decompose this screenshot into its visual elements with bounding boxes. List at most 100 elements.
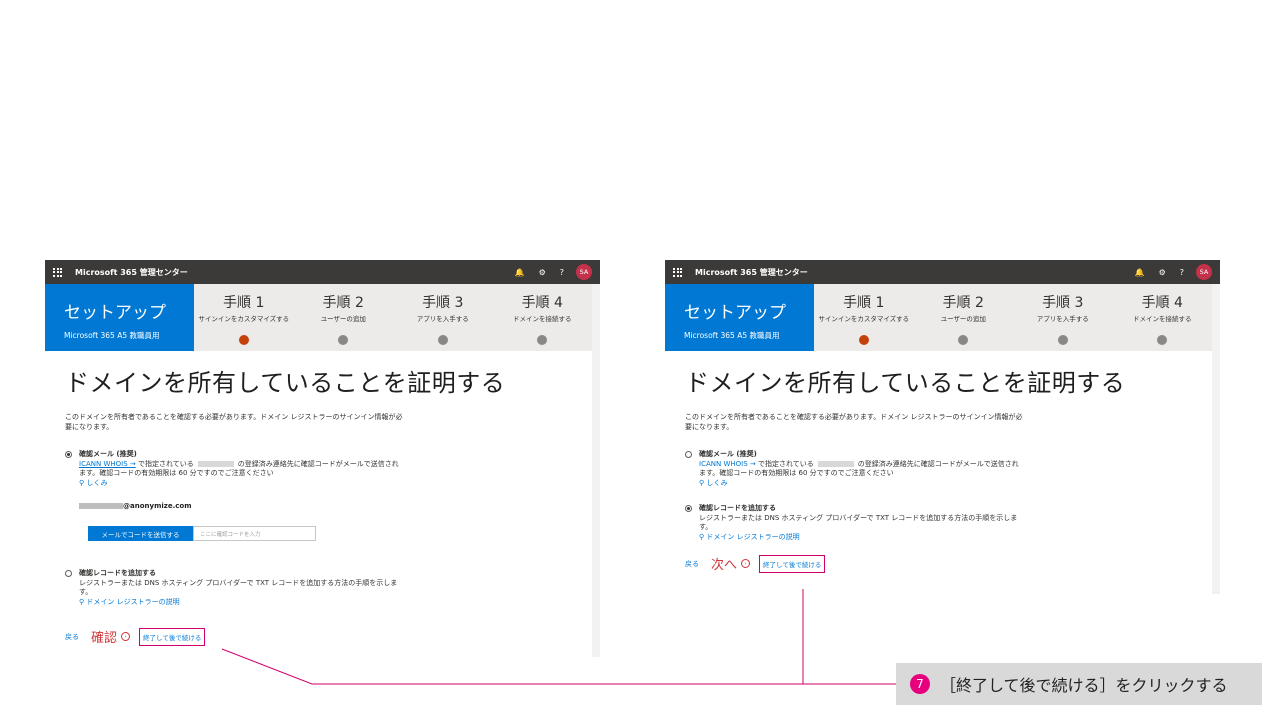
step-label: 手順 2 xyxy=(942,295,984,311)
footer-right: 戻る 次へ › 終了して後で続ける xyxy=(685,554,1192,573)
whois-link[interactable]: ICANN WHOIS → xyxy=(699,460,756,468)
txt-option-radio[interactable] xyxy=(685,505,692,513)
instruction-callout: 7 ［終了して後で続ける］をクリックする xyxy=(896,663,1262,705)
email-option-radio[interactable] xyxy=(65,451,72,459)
txt-option: 確認レコードを追加する レジストラーまたは DNS ホスティング プロバイダーで… xyxy=(685,504,1192,542)
setup-title: セットアップ xyxy=(684,303,786,323)
txt-option-radio[interactable] xyxy=(65,570,72,578)
email-option-text1: で指定されている xyxy=(135,459,194,468)
step-4[interactable]: 手順 4 ドメインを接続する xyxy=(493,284,593,351)
main-content: ドメインを所有していることを証明する このドメインを所有者であることを確認する必… xyxy=(665,351,1212,573)
setup-panel: セットアップ Microsoft 365 A5 教職員用 xyxy=(665,284,814,351)
step-desc: ユーザーの追加 xyxy=(940,315,986,323)
page-title: ドメインを所有していることを証明する xyxy=(685,369,1126,397)
step-indicator xyxy=(1057,335,1068,345)
arrow-right-icon: › xyxy=(741,559,751,568)
email-option-text1: で指定されている xyxy=(755,459,814,468)
email-option: 確認メール (推奨) ICANN WHOIS → で指定されている の登録済み連絡… xyxy=(65,450,572,488)
avatar[interactable]: SA xyxy=(1196,264,1212,280)
step-4[interactable]: 手順 4 ドメインを接続する xyxy=(1113,284,1213,351)
main-content: ドメインを所有していることを証明する このドメインを所有者であることを確認する必… xyxy=(45,351,592,646)
avatar[interactable]: SA xyxy=(576,264,592,280)
intro-text: このドメインを所有者であることを確認する必要があります。ドメイン レジストラーの… xyxy=(65,413,403,431)
setup-subtitle: Microsoft 365 A5 教職員用 xyxy=(64,331,160,340)
email-option: 確認メール (推奨) ICANN WHOIS → で指定されている の登録済み連絡… xyxy=(685,450,1192,488)
bell-icon[interactable]: 🔔 xyxy=(1135,268,1145,277)
registrar-help-link[interactable]: ⚲ ドメイン レジストラーの説明 xyxy=(699,533,800,541)
txt-option-text: レジストラーまたは DNS ホスティング プロバイダーで TXT レコードを追加… xyxy=(79,578,398,597)
registrar-help-link[interactable]: ⚲ ドメイン レジストラーの説明 xyxy=(79,598,180,606)
step-number-badge: 7 xyxy=(910,674,930,694)
step-label: 手順 4 xyxy=(521,295,563,311)
next-button[interactable]: 次へ xyxy=(711,554,737,573)
step-desc: アプリを入手する xyxy=(1036,315,1089,323)
txt-option-text: レジストラーまたは DNS ホスティング プロバイダーで TXT レコードを追加… xyxy=(699,513,1018,532)
step-indicator-active xyxy=(238,335,249,345)
code-input[interactable]: ここに確認コードを入力 xyxy=(193,526,316,541)
step-indicator xyxy=(338,335,349,345)
step-desc: ドメインを接続する xyxy=(513,315,572,323)
app-launcher-icon[interactable] xyxy=(673,267,683,277)
step-desc: アプリを入手する xyxy=(416,315,469,323)
redacted-domain xyxy=(817,460,854,467)
instruction-text: ［終了して後で続ける］をクリックする xyxy=(940,676,1228,695)
back-link[interactable]: 戻る xyxy=(65,632,79,642)
step-3[interactable]: 手順 3 アプリを入手する xyxy=(393,284,493,351)
screenshot-left: Microsoft 365 管理センター 🔔 ⚙ ? SA セットアップ Mic… xyxy=(45,260,600,657)
email-option-radio[interactable] xyxy=(685,451,692,459)
txt-option-title: 確認レコードを追加する xyxy=(699,504,776,512)
step-1[interactable]: 手順 1 サインインをカスタマイズする xyxy=(194,284,294,351)
txt-option-title: 確認レコードを追加する xyxy=(79,569,156,577)
step-label: 手順 2 xyxy=(322,295,364,311)
finish-later-button[interactable]: 終了して後で続ける xyxy=(759,554,826,573)
step-2[interactable]: 手順 2 ユーザーの追加 xyxy=(914,284,1014,351)
page-title: ドメインを所有していることを証明する xyxy=(65,369,506,397)
step-label: 手順 3 xyxy=(1042,295,1084,311)
whois-link[interactable]: ICANN WHOIS → xyxy=(79,460,136,468)
step-indicator-active xyxy=(858,335,869,345)
help-icon[interactable]: ? xyxy=(1180,268,1184,277)
bell-icon[interactable]: 🔔 xyxy=(515,268,525,277)
gear-icon[interactable]: ⚙ xyxy=(1159,268,1166,277)
help-icon[interactable]: ? xyxy=(560,268,564,277)
step-indicator xyxy=(958,335,969,345)
setup-subtitle: Microsoft 365 A5 教職員用 xyxy=(684,331,780,340)
top-bar: Microsoft 365 管理センター 🔔 ⚙ ? SA xyxy=(665,260,1220,284)
finish-later-button[interactable]: 終了して後で続ける xyxy=(139,627,206,646)
step-3[interactable]: 手順 3 アプリを入手する xyxy=(1013,284,1113,351)
step-label: 手順 4 xyxy=(1141,295,1183,311)
step-label: 手順 1 xyxy=(223,295,265,311)
confirm-button[interactable]: 確認 xyxy=(91,627,117,646)
app-name: Microsoft 365 管理センター xyxy=(695,267,808,277)
step-desc: サインインをカスタマイズする xyxy=(818,315,910,323)
step-1[interactable]: 手順 1 サインインをカスタマイズする xyxy=(814,284,914,351)
app-launcher-icon[interactable] xyxy=(53,267,63,277)
gear-icon[interactable]: ⚙ xyxy=(539,268,546,277)
app-name: Microsoft 365 管理センター xyxy=(75,267,188,277)
steps-bar: セットアップ Microsoft 365 A5 教職員用 手順 1 サインインを… xyxy=(45,284,592,351)
setup-panel: セットアップ Microsoft 365 A5 教職員用 xyxy=(45,284,194,351)
send-code-button[interactable]: メールでコードを送信する xyxy=(88,526,193,541)
back-link[interactable]: 戻る xyxy=(685,559,699,569)
step-desc: ドメインを接続する xyxy=(1133,315,1192,323)
hint-link[interactable]: ⚲ しくみ xyxy=(79,479,108,487)
scrollbar[interactable] xyxy=(1212,284,1220,594)
redacted-email-user xyxy=(79,503,123,509)
steps-bar: セットアップ Microsoft 365 A5 教職員用 手順 1 サインインを… xyxy=(665,284,1212,351)
send-code-row: メールでコードを送信する ここに確認コードを入力 xyxy=(88,526,572,541)
email-option-title: 確認メール (推奨) xyxy=(699,450,757,458)
step-indicator xyxy=(1157,335,1168,345)
step-desc: ユーザーの追加 xyxy=(320,315,366,323)
scrollbar[interactable] xyxy=(592,284,600,657)
email-address: @anonymize.com xyxy=(79,502,572,510)
hint-link[interactable]: ⚲ しくみ xyxy=(699,479,728,487)
arrow-right-icon: › xyxy=(121,632,131,641)
top-bar: Microsoft 365 管理センター 🔔 ⚙ ? SA xyxy=(45,260,600,284)
step-label: 手順 3 xyxy=(422,295,464,311)
step-indicator xyxy=(437,335,448,345)
txt-option: 確認レコードを追加する レジストラーまたは DNS ホスティング プロバイダーで… xyxy=(65,569,572,607)
step-2[interactable]: 手順 2 ユーザーの追加 xyxy=(294,284,394,351)
footer-left: 戻る 確認 › 終了して後で続ける xyxy=(65,627,572,646)
setup-title: セットアップ xyxy=(64,303,166,323)
redacted-domain xyxy=(197,460,234,467)
